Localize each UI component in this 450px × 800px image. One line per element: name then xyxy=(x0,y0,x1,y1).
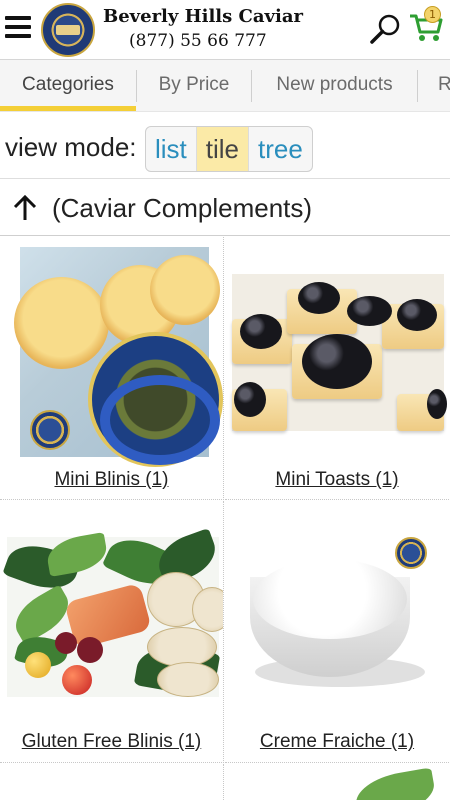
product-title[interactable]: Mini Blinis (1) xyxy=(0,469,223,491)
app-header: Beverly Hills Caviar (877) 55 66 777 1 xyxy=(0,0,450,60)
view-mode-bar: view mode: list tile tree xyxy=(0,120,450,176)
parent-category-title[interactable]: (Caviar Complements) xyxy=(52,193,312,224)
tab-new-products[interactable]: New products xyxy=(252,60,417,111)
cart-count-badge: 1 xyxy=(424,6,441,23)
search-icon[interactable] xyxy=(368,12,402,46)
creme-fraiche-image[interactable] xyxy=(245,537,435,702)
product-title[interactable]: Gluten Free Blinis (1) xyxy=(0,731,223,753)
product-tile[interactable] xyxy=(0,764,224,800)
product-title[interactable]: Mini Toasts (1) xyxy=(225,469,449,491)
tab-categories[interactable]: Categories xyxy=(0,60,136,111)
product-tile[interactable]: Mini Toasts (1) xyxy=(225,237,449,500)
product-tile[interactable]: Creme Fraiche (1) xyxy=(225,501,449,763)
phone-number[interactable]: (877) 55 66 777 xyxy=(129,31,267,51)
brand-logo[interactable] xyxy=(41,3,95,57)
product-title[interactable]: Creme Fraiche (1) xyxy=(225,731,449,753)
hamburger-menu-icon[interactable] xyxy=(5,16,31,38)
parent-category-link[interactable]: (Caviar Complements) xyxy=(0,178,450,236)
arrow-up-icon[interactable] xyxy=(12,194,38,222)
product-tile[interactable]: Mini Blinis (1) xyxy=(0,237,224,500)
view-mode-label: view mode: xyxy=(5,132,137,162)
view-mode-tree-button[interactable]: tree xyxy=(249,127,312,171)
brand-name[interactable]: Beverly Hills Caviar xyxy=(103,6,303,27)
gluten-free-blinis-image[interactable] xyxy=(2,527,223,699)
product-tile[interactable]: Gluten Free Blinis (1) xyxy=(0,501,224,763)
view-mode-tile-button[interactable]: tile xyxy=(196,127,250,171)
tab-divider xyxy=(417,70,418,102)
mini-blinis-image[interactable] xyxy=(14,247,223,467)
mini-toasts-image[interactable] xyxy=(232,274,447,431)
tab-partial[interactable]: R xyxy=(438,60,450,111)
tab-by-price[interactable]: By Price xyxy=(137,60,251,111)
product-image[interactable] xyxy=(345,767,445,800)
view-mode-list-button[interactable]: list xyxy=(146,127,197,171)
product-tile[interactable] xyxy=(225,764,449,800)
category-tabs: Categories By Price New products R xyxy=(0,60,450,112)
product-grid: Mini Blinis (1) Mini Toasts (1) Gluten F… xyxy=(0,237,450,800)
view-mode-toggle: list tile tree xyxy=(145,126,313,172)
